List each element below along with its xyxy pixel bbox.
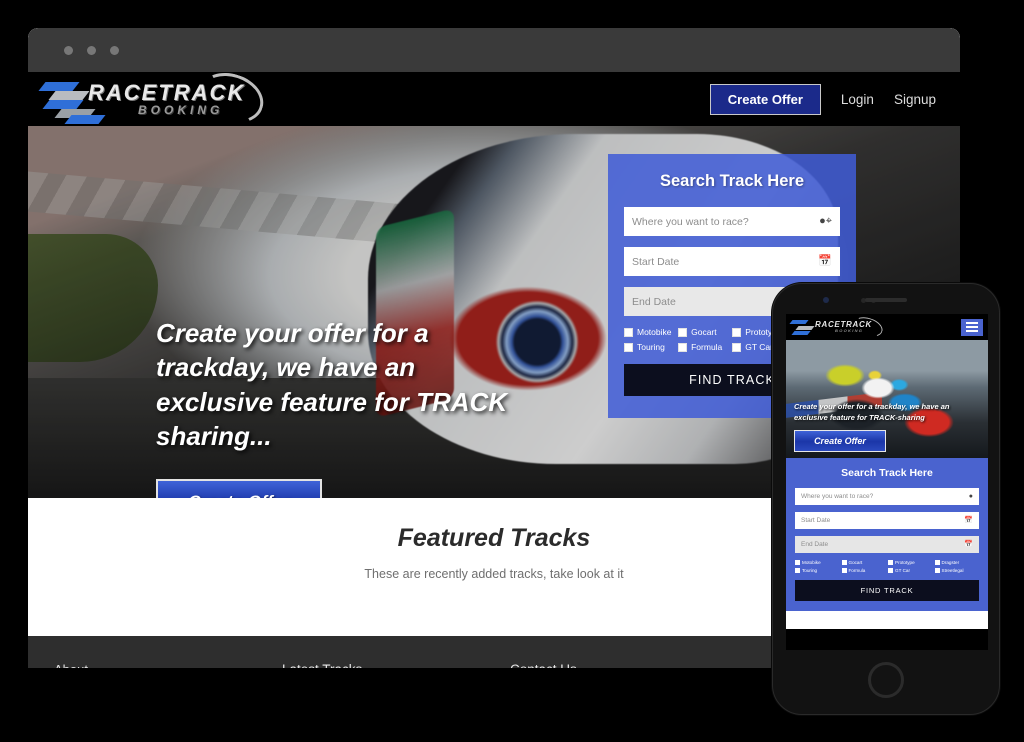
search-start-date-input[interactable] xyxy=(632,255,832,268)
checkbox-icon[interactable] xyxy=(624,327,633,337)
mobile-vehicle-type-checkbox-group: Motobike Gocart Prototype Dragster Touri… xyxy=(795,560,979,573)
checkbox-icon[interactable] xyxy=(732,342,742,352)
checkbox-label: Streetlegal xyxy=(941,568,964,573)
checkbox-label: GT Car xyxy=(895,568,910,573)
mobile-search-panel-title: Search Track Here xyxy=(841,467,933,479)
checkbox-option[interactable]: Formula xyxy=(678,342,728,352)
checkbox-icon[interactable] xyxy=(841,560,847,565)
mobile-hero-section: Create your offer for a trackday, we hav… xyxy=(786,340,988,458)
search-location-field[interactable]: ●⌖ xyxy=(624,207,840,236)
main-nav: Create Offer Login Signup xyxy=(709,83,936,115)
phone-screen: RACETRACK BOOKING Create your offer for … xyxy=(786,314,988,650)
brand-logo[interactable]: RACETRACK BOOKING xyxy=(38,72,270,132)
phone-speaker-grill xyxy=(865,298,907,302)
checkbox-label: Prototype xyxy=(895,560,915,565)
hero-headline: Create your offer for a trackday, we hav… xyxy=(156,318,508,451)
search-start-date-field[interactable]: 📅 xyxy=(624,247,840,276)
checkbox-label: GT Car xyxy=(745,342,773,352)
checkbox-icon[interactable] xyxy=(732,327,742,337)
phone-front-camera-icon xyxy=(823,297,829,303)
search-panel-title: Search Track Here xyxy=(659,172,804,190)
checkbox-icon[interactable] xyxy=(795,560,800,565)
mobile-site-header: RACETRACK BOOKING xyxy=(786,314,988,341)
checkbox-icon[interactable] xyxy=(888,560,893,565)
mobile-search-location-field[interactable]: ● xyxy=(795,488,979,505)
mobile-checkbox-option[interactable]: Motobike xyxy=(795,560,840,565)
hero-copy: Create your offer for a trackday, we hav… xyxy=(156,316,516,498)
mobile-checkbox-option[interactable]: Formula xyxy=(841,568,887,573)
phone-home-button[interactable] xyxy=(868,662,904,698)
phone-device-mockup: RACETRACK BOOKING Create your offer for … xyxy=(772,283,1000,715)
mobile-checkbox-option[interactable]: Dragster xyxy=(934,560,980,565)
checkbox-option[interactable]: Motobike xyxy=(624,327,674,337)
window-maximize-dot[interactable] xyxy=(110,45,119,55)
mobile-logo-subtitle: BOOKING xyxy=(835,328,864,333)
window-minimize-dot[interactable] xyxy=(87,45,96,55)
logo-subtitle: BOOKING xyxy=(138,103,224,117)
checkbox-icon[interactable] xyxy=(841,568,847,573)
mobile-checkbox-option[interactable]: GT Car xyxy=(888,568,933,573)
checkbox-icon[interactable] xyxy=(624,342,633,352)
checkbox-option[interactable]: Gocart xyxy=(678,327,728,337)
hero-create-offer-button[interactable]: Create Offer xyxy=(156,479,322,498)
checkbox-label: Gocart xyxy=(691,327,717,337)
mobile-search-end-date-field[interactable]: 📅 xyxy=(795,536,979,553)
checkbox-label: Touring xyxy=(802,568,818,573)
checkbox-icon[interactable] xyxy=(678,327,688,337)
nav-login-link[interactable]: Login xyxy=(841,92,874,107)
location-pin-icon: ●⌖ xyxy=(819,215,832,227)
checkbox-icon[interactable] xyxy=(934,568,940,573)
mobile-hero-copy: Create your offer for a trackday, we hav… xyxy=(794,402,980,452)
checkbox-icon[interactable] xyxy=(934,560,940,565)
search-location-input[interactable] xyxy=(632,215,832,228)
mobile-search-start-date-input[interactable] xyxy=(801,517,973,524)
mobile-search-start-date-field[interactable]: 📅 xyxy=(795,512,979,529)
footer-latest-tracks-column: Latest Tracks Nordschleife Punta del Est… xyxy=(282,662,510,668)
mobile-brand-logo[interactable]: RACETRACK BOOKING xyxy=(789,314,887,341)
mobile-checkbox-option[interactable]: Prototype xyxy=(888,560,933,565)
nav-create-offer-button[interactable]: Create Offer xyxy=(709,83,821,115)
footer-about-column: About Privacy statement Contact : info@r… xyxy=(54,662,282,668)
checkbox-label: Touring xyxy=(637,342,665,352)
checkbox-label: Dragster xyxy=(941,560,960,565)
hamburger-menu-icon[interactable] xyxy=(961,318,983,336)
browser-titlebar xyxy=(28,28,960,72)
window-close-dot[interactable] xyxy=(64,45,73,55)
footer-contact-heading: Contact Us xyxy=(510,662,810,668)
mobile-content-strip xyxy=(786,611,988,629)
footer-latest-tracks-heading: Latest Tracks xyxy=(282,662,510,668)
mobile-create-offer-button[interactable]: Create Offer xyxy=(794,430,886,452)
site-header: RACETRACK BOOKING Create Offer Login Sig… xyxy=(28,72,960,132)
checkbox-label: Motobike xyxy=(802,560,821,565)
nav-signup-link[interactable]: Signup xyxy=(894,92,936,107)
checkbox-label: Formula xyxy=(848,568,866,573)
checkbox-icon[interactable] xyxy=(795,568,800,573)
mobile-checkbox-option[interactable]: Touring xyxy=(795,568,840,573)
checkbox-option[interactable]: Touring xyxy=(624,342,674,352)
footer-contact-column: Contact Us ⚲ 3755 Commercial St SE Salem… xyxy=(510,662,810,668)
checkbox-icon[interactable] xyxy=(678,342,688,352)
calendar-icon: 📅 xyxy=(964,517,973,524)
checkbox-label: Gocart xyxy=(848,560,863,565)
checkbox-icon[interactable] xyxy=(888,568,893,573)
calendar-icon: 📅 xyxy=(818,255,832,267)
mobile-search-end-date-input[interactable] xyxy=(801,541,973,548)
mobile-search-location-input[interactable] xyxy=(801,493,973,500)
mobile-hero-headline: Create your offer for a trackday, we hav… xyxy=(794,402,950,423)
mobile-search-panel: Search Track Here ● 📅 📅 Motobike Gocart … xyxy=(786,458,988,611)
mobile-checkbox-option[interactable]: Streetlegal xyxy=(934,568,980,573)
checkbox-label: Formula xyxy=(691,342,723,352)
mobile-checkbox-option[interactable]: Gocart xyxy=(841,560,887,565)
calendar-icon: 📅 xyxy=(964,541,973,548)
mobile-find-track-button[interactable]: FIND TRACK xyxy=(795,580,979,601)
footer-about-link[interactable]: About xyxy=(54,662,282,668)
checkbox-label: Motobike xyxy=(637,327,672,337)
location-pin-icon: ● xyxy=(968,493,973,500)
